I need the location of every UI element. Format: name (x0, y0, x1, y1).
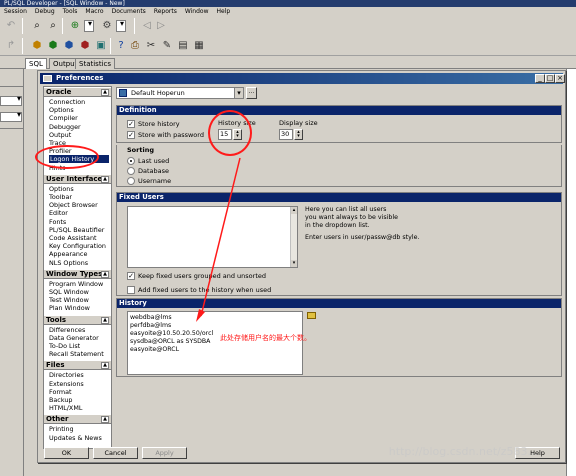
annotation-arrow (196, 157, 241, 322)
watermark: http://blog.csdn.net/z583... (388, 445, 538, 458)
annotation-text: 此处存储用户名的最大个数。 (220, 334, 311, 342)
